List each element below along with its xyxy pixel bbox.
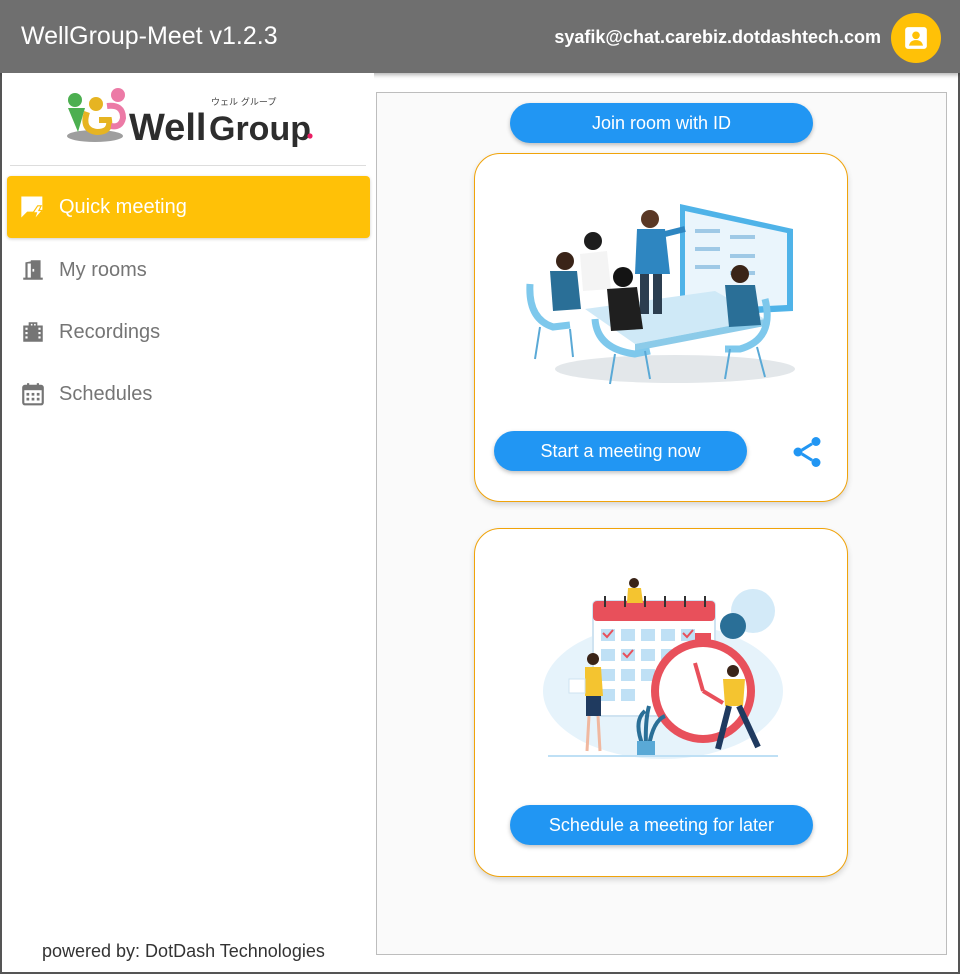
- app-title: WellGroup-Meet v1.2.3: [21, 22, 278, 50]
- schedule-illustration: [543, 578, 783, 759]
- sidebar-item-my-rooms[interactable]: My rooms: [7, 239, 370, 301]
- user-email: syafik@chat.carebiz.dotdashtech.com: [554, 27, 881, 47]
- schedule-meeting-button[interactable]: Schedule a meeting for later: [510, 805, 813, 845]
- sidebar-item-label: Quick meeting: [59, 195, 187, 218]
- wellgroup-logo: Well Group ウェル グループ: [63, 86, 315, 150]
- powered-by-footer: powered by: DotDash Technologies: [42, 941, 325, 961]
- door-icon: [19, 256, 47, 284]
- start-meeting-card: Start a meeting now: [474, 153, 848, 502]
- share-icon[interactable]: [789, 432, 825, 472]
- app-bar: WellGroup-Meet v1.2.3 syafik@chat.carebi…: [0, 0, 960, 73]
- sidebar-divider: [10, 165, 366, 166]
- sidebar-item-quick-meeting[interactable]: Quick meeting: [7, 176, 370, 238]
- logo-text-kana: ウェル グループ: [211, 96, 276, 108]
- sidebar-item-schedules[interactable]: Schedules: [7, 363, 370, 425]
- start-meeting-button[interactable]: Start a meeting now: [494, 431, 747, 471]
- calendar-icon: [19, 380, 47, 408]
- logo-text-group: Group: [209, 110, 311, 148]
- film-icon: [19, 318, 47, 346]
- sidebar-item-recordings[interactable]: Recordings: [7, 301, 370, 363]
- schedule-meeting-card: Schedule a meeting for later: [474, 528, 848, 877]
- meeting-illustration: [526, 204, 795, 385]
- quick-meeting-icon: [19, 193, 47, 221]
- join-room-button[interactable]: Join room with ID: [510, 103, 813, 143]
- sidebar-item-label: My rooms: [59, 258, 147, 281]
- account-button[interactable]: [891, 13, 941, 63]
- sidebar-item-label: Schedules: [59, 382, 153, 405]
- logo-text-well: Well: [129, 107, 206, 149]
- sidebar-item-label: Recordings: [59, 320, 161, 343]
- sidebar: Well Group ウェル グループ Quick meeting My roo…: [2, 73, 374, 972]
- account-box-icon: [905, 27, 927, 49]
